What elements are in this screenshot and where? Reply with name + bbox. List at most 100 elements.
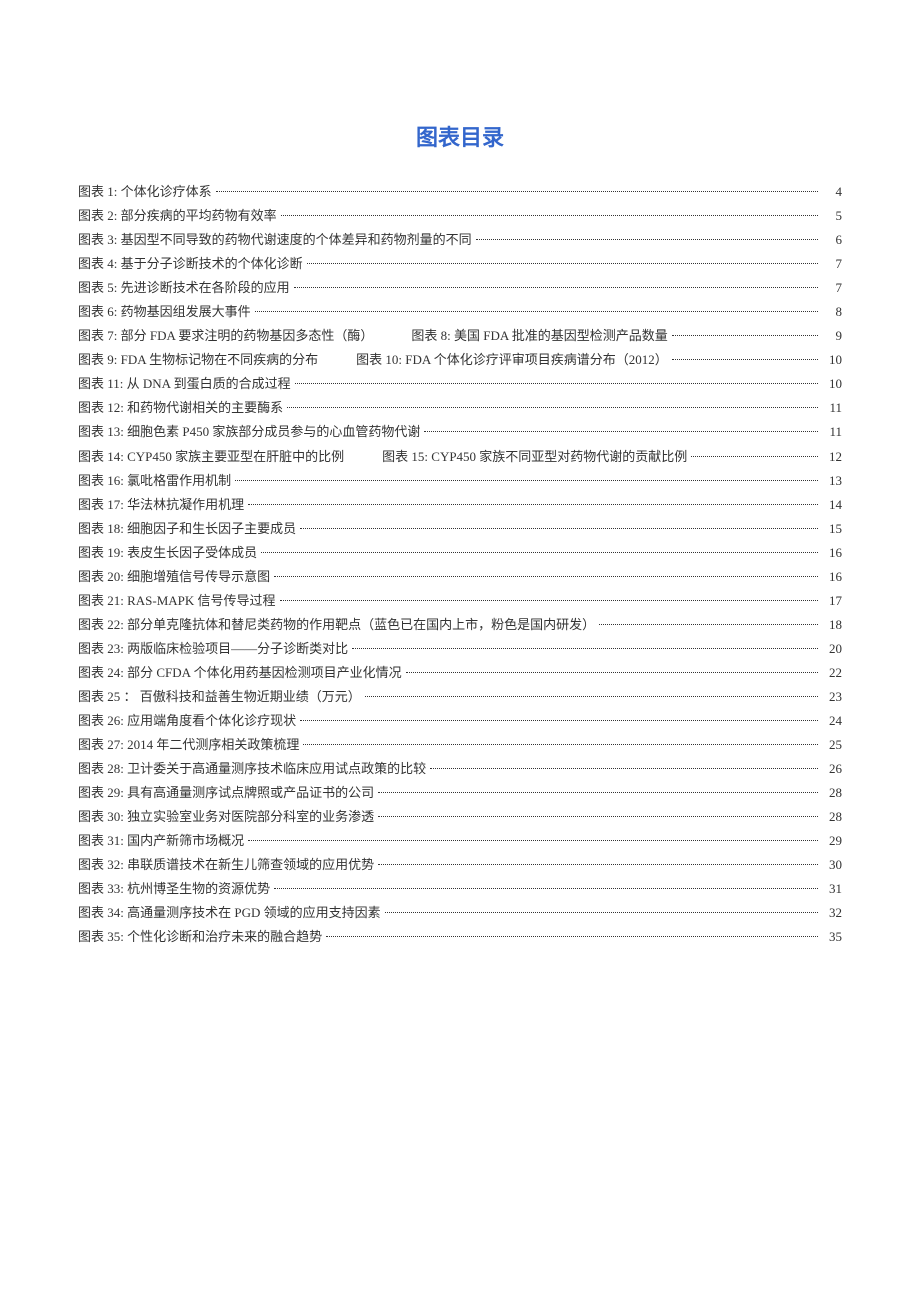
toc-leader-dots	[235, 480, 818, 481]
toc-entry[interactable]: 图表 22: 部分单克隆抗体和替尼类药物的作用靶点（蓝色已在国内上市，粉色是国内…	[78, 613, 842, 637]
toc-entry[interactable]: 图表 11: 从 DNA 到蛋白质的合成过程10	[78, 372, 842, 396]
toc-label: 图表 23: 两版临床检验项目——分子诊断类对比	[78, 637, 348, 661]
toc-leader-dots	[378, 792, 818, 793]
toc-page-number: 6	[822, 228, 842, 252]
toc-entry[interactable]: 图表 23: 两版临床检验项目——分子诊断类对比20	[78, 637, 842, 661]
toc-entry[interactable]: 图表 35: 个性化诊断和治疗未来的融合趋势 35	[78, 925, 842, 949]
toc-leader-dots	[274, 888, 818, 889]
toc-leader-dots	[255, 311, 818, 312]
toc-entry[interactable]: 图表 26: 应用端角度看个体化诊疗现状24	[78, 709, 842, 733]
toc-entry[interactable]: 图表 6: 药物基因组发展大事件 8	[78, 300, 842, 324]
toc-page-number: 31	[822, 877, 842, 901]
toc-leader-dots	[385, 912, 818, 913]
toc-leader-dots	[378, 864, 818, 865]
toc-entry[interactable]: 图表 30: 独立实验室业务对医院部分科室的业务渗透28	[78, 805, 842, 829]
toc-label: 图表 33: 杭州博圣生物的资源优势	[78, 877, 270, 901]
toc-entry[interactable]: 图表 27: 2014 年二代测序相关政策梳理 25	[78, 733, 842, 757]
toc-page-number: 32	[822, 901, 842, 925]
toc-leader-dots	[261, 552, 818, 553]
toc-page-number: 28	[822, 805, 842, 829]
toc-label: 图表 25 ： 百傲科技和益善生物近期业绩（万元）	[78, 685, 361, 709]
toc-page-number: 35	[822, 925, 842, 949]
toc-entry[interactable]: 图表 17: 华法林抗凝作用机理 14	[78, 493, 842, 517]
toc-leader-dots	[294, 287, 818, 288]
toc-page-number: 17	[822, 589, 842, 613]
toc-leader-dots	[378, 816, 818, 817]
toc-leader-dots	[691, 456, 818, 457]
toc-entry[interactable]: 图表 25 ： 百傲科技和益善生物近期业绩（万元）23	[78, 685, 842, 709]
toc-second-label: 图表 15: CYP450 家族不同亚型对药物代谢的贡献比例	[382, 445, 687, 469]
toc-entry[interactable]: 图表 32: 串联质谱技术在新生儿筛查领域的应用优势30	[78, 853, 842, 877]
toc-page-number: 13	[822, 469, 842, 493]
toc-entry[interactable]: 图表 5: 先进诊断技术在各阶段的应用7	[78, 276, 842, 300]
toc-entry[interactable]: 图表 2: 部分疾病的平均药物有效率 5	[78, 204, 842, 228]
toc-leader-dots	[300, 720, 818, 721]
toc-entry[interactable]: 图表 31: 国内产新筛市场概况 29	[78, 829, 842, 853]
toc-entry[interactable]: 图表 1: 个体化诊疗体系4	[78, 180, 842, 204]
toc-entry[interactable]: 图表 34: 高通量测序技术在 PGD 领域的应用支持因素32	[78, 901, 842, 925]
toc-label: 图表 21: RAS-MAPK 信号传导过程	[78, 589, 276, 613]
toc-entry[interactable]: 图表 7: 部分 FDA 要求注明的药物基因多态性（酶） 图表 8: 美国 FDA…	[78, 324, 842, 348]
toc-second-label: 图表 10: FDA 个体化诊疗评审项目疾病谱分布（2012）	[356, 348, 668, 372]
toc-entry[interactable]: 图表 29: 具有高通量测序试点牌照或产品证书的公司28	[78, 781, 842, 805]
toc-page-number: 7	[822, 252, 842, 276]
toc-entry[interactable]: 图表 19: 表皮生长因子受体成员16	[78, 541, 842, 565]
toc-page-number: 14	[822, 493, 842, 517]
toc-leader-dots	[248, 504, 818, 505]
toc-entry[interactable]: 图表 20: 细胞增殖信号传导示意图 16	[78, 565, 842, 589]
toc-second-label: 图表 8: 美国 FDA 批准的基因型检测产品数量	[411, 324, 667, 348]
toc-list: 图表 1: 个体化诊疗体系4图表 2: 部分疾病的平均药物有效率 5图表 3: 基…	[78, 180, 842, 950]
toc-leader-dots	[476, 239, 818, 240]
toc-label: 图表 16: 氯吡格雷作用机制	[78, 469, 231, 493]
toc-page-number: 26	[822, 757, 842, 781]
toc-label: 图表 2: 部分疾病的平均药物有效率	[78, 204, 277, 228]
toc-page-number: 10	[822, 348, 842, 372]
toc-label: 图表 35: 个性化诊断和治疗未来的融合趋势	[78, 925, 322, 949]
toc-leader-dots	[303, 744, 818, 745]
toc-label: 图表 7: 部分 FDA 要求注明的药物基因多态性（酶）	[78, 324, 373, 348]
toc-leader-dots	[672, 335, 818, 336]
toc-entry[interactable]: 图表 21: RAS-MAPK 信号传导过程 17	[78, 589, 842, 613]
toc-page-number: 10	[822, 372, 842, 396]
toc-label: 图表 20: 细胞增殖信号传导示意图	[78, 565, 270, 589]
toc-entry[interactable]: 图表 24: 部分 CFDA 个体化用药基因检测项目产业化情况22	[78, 661, 842, 685]
toc-label: 图表 9: FDA 生物标记物在不同疾病的分布	[78, 348, 318, 372]
toc-label: 图表 27: 2014 年二代测序相关政策梳理	[78, 733, 299, 757]
toc-leader-dots	[281, 215, 818, 216]
toc-entry[interactable]: 图表 28: 卫计委关于高通量测序技术临床应用试点政策的比较26	[78, 757, 842, 781]
toc-label: 图表 13: 细胞色素 P450 家族部分成员参与的心血管药物代谢	[78, 420, 420, 444]
toc-leader-dots	[326, 936, 818, 937]
toc-label: 图表 17: 华法林抗凝作用机理	[78, 493, 244, 517]
toc-page-number: 7	[822, 276, 842, 300]
toc-page-number: 24	[822, 709, 842, 733]
toc-page-number: 16	[822, 565, 842, 589]
toc-label: 图表 29: 具有高通量测序试点牌照或产品证书的公司	[78, 781, 374, 805]
toc-entry[interactable]: 图表 33: 杭州博圣生物的资源优势 31	[78, 877, 842, 901]
toc-label: 图表 6: 药物基因组发展大事件	[78, 300, 251, 324]
toc-entry[interactable]: 图表 18: 细胞因子和生长因子主要成员15	[78, 517, 842, 541]
toc-leader-dots	[295, 383, 818, 384]
toc-entry[interactable]: 图表 16: 氯吡格雷作用机制 13	[78, 469, 842, 493]
toc-page-number: 8	[822, 300, 842, 324]
toc-page-number: 5	[822, 204, 842, 228]
toc-entry[interactable]: 图表 9: FDA 生物标记物在不同疾病的分布 图表 10: FDA 个体化诊疗评…	[78, 348, 842, 372]
toc-label: 图表 4: 基于分子诊断技术的个体化诊断	[78, 252, 303, 276]
toc-leader-dots	[300, 528, 818, 529]
toc-page-number: 18	[822, 613, 842, 637]
toc-label: 图表 18: 细胞因子和生长因子主要成员	[78, 517, 296, 541]
toc-entry[interactable]: 图表 3: 基因型不同导致的药物代谢速度的个体差异和药物剂量的不同6	[78, 228, 842, 252]
toc-label: 图表 14: CYP450 家族主要亚型在肝脏中的比例	[78, 445, 344, 469]
toc-label: 图表 31: 国内产新筛市场概况	[78, 829, 244, 853]
toc-page-number: 29	[822, 829, 842, 853]
toc-entry[interactable]: 图表 4: 基于分子诊断技术的个体化诊断 7	[78, 252, 842, 276]
toc-leader-dots	[216, 191, 818, 192]
toc-label: 图表 22: 部分单克隆抗体和替尼类药物的作用靶点（蓝色已在国内上市，粉色是国内…	[78, 613, 595, 637]
toc-entry[interactable]: 图表 13: 细胞色素 P450 家族部分成员参与的心血管药物代谢11	[78, 420, 842, 444]
toc-leader-dots	[406, 672, 818, 673]
toc-page-number: 9	[822, 324, 842, 348]
toc-leader-dots	[424, 431, 818, 432]
toc-entry[interactable]: 图表 12: 和药物代谢相关的主要酶系11	[78, 396, 842, 420]
toc-leader-dots	[280, 600, 818, 601]
toc-entry[interactable]: 图表 14: CYP450 家族主要亚型在肝脏中的比例 图表 15: CYP450…	[78, 445, 842, 469]
toc-page-number: 25	[822, 733, 842, 757]
